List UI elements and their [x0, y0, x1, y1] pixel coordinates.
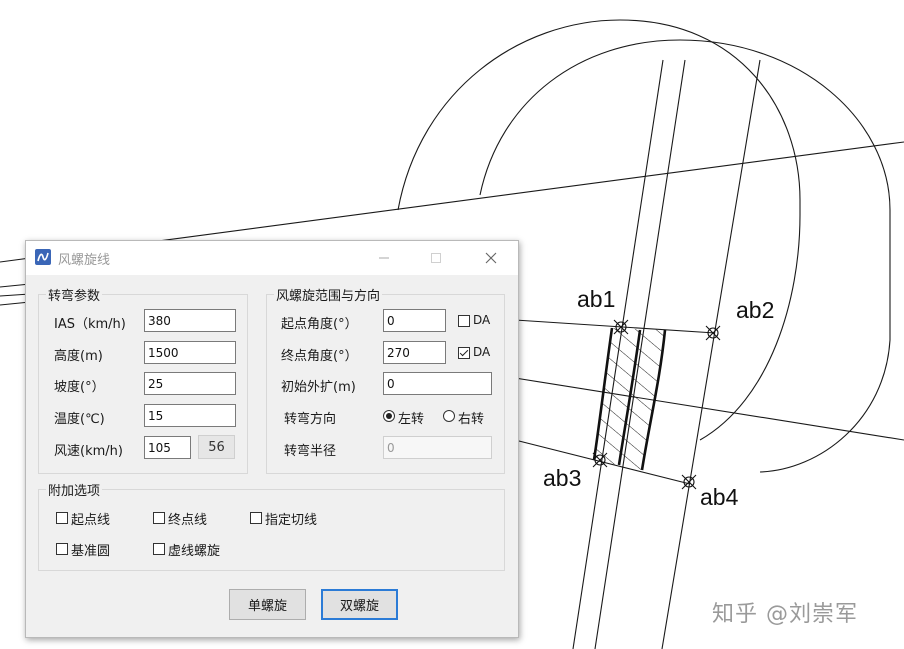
marker-ab3	[592, 452, 608, 468]
label-ab1: ab1	[577, 286, 616, 312]
maximize-icon	[431, 253, 441, 263]
outer-arc-2	[479, 39, 891, 473]
app-icon	[35, 249, 51, 265]
turn-right-label: 右转	[458, 412, 485, 427]
dashed-spiral-checkbox[interactable]	[153, 543, 165, 555]
turn-right-radio[interactable]	[443, 410, 455, 422]
turn-radius-input	[383, 436, 492, 459]
marker-ab4	[681, 474, 697, 490]
wind-calc-button[interactable]: 56	[198, 435, 235, 459]
label-ab2: ab2	[736, 297, 775, 323]
start-angle-input[interactable]	[383, 309, 446, 332]
temperature-label: 温度(℃)	[54, 412, 105, 427]
start-da-label: DA	[473, 313, 491, 327]
turn-left-radio[interactable]	[383, 410, 395, 422]
end-angle-label: 终点角度(°）	[281, 349, 358, 364]
wind-spiral-dialog: 风螺旋线 转弯参数 IAS（km/h) 高度(m) 坡度(°） 温度(℃) 风速…	[25, 240, 519, 638]
close-button[interactable]	[469, 245, 513, 271]
end-da-checkbox[interactable]	[458, 347, 470, 359]
wind-speed-label: 风速(km/h)	[54, 444, 123, 459]
tangent-checkbox[interactable]	[250, 512, 262, 524]
dialog-title: 风螺旋线	[58, 253, 111, 268]
start-angle-label: 起点角度(°）	[281, 317, 358, 332]
marker-ab1	[613, 319, 629, 335]
label-ab3: ab3	[543, 465, 582, 491]
slope-label: 坡度(°）	[54, 380, 105, 395]
minimize-icon	[379, 257, 389, 259]
outer-arc	[397, 19, 801, 215]
end-line-label: 终点线	[168, 513, 208, 528]
range-direction-legend: 风螺旋范围与方向	[274, 285, 383, 304]
maximize-button[interactable]	[414, 245, 458, 271]
height-input[interactable]	[144, 341, 236, 364]
end-line-checkbox[interactable]	[153, 512, 165, 524]
turn-direction-label: 转弯方向	[284, 412, 337, 427]
watermark: 知乎 @刘崇军	[712, 602, 858, 627]
turn-left-label: 左转	[398, 412, 425, 427]
slope-input[interactable]	[144, 372, 236, 395]
label-ab4: ab4	[700, 484, 739, 510]
initial-expand-input[interactable]	[383, 372, 492, 395]
base-circle-label: 基准圆	[71, 544, 111, 559]
double-spiral-button[interactable]: 双螺旋	[321, 589, 398, 620]
close-icon	[485, 252, 497, 264]
start-line-label: 起点线	[71, 513, 111, 528]
turn-params-legend: 转弯参数	[46, 285, 103, 304]
dashed-spiral-label: 虚线螺旋	[168, 544, 221, 559]
turn-radius-label: 转弯半径	[284, 444, 337, 459]
base-circle-checkbox[interactable]	[56, 543, 68, 555]
tangent-label: 指定切线	[265, 513, 318, 528]
minimize-button[interactable]	[362, 245, 406, 271]
temperature-input[interactable]	[144, 404, 236, 427]
height-label: 高度(m)	[54, 349, 103, 364]
start-da-checkbox[interactable]	[458, 315, 470, 327]
initial-expand-label: 初始外扩(m)	[281, 380, 356, 395]
marker-ab2	[705, 325, 721, 341]
end-angle-input[interactable]	[383, 341, 446, 364]
wind-speed-input[interactable]	[144, 436, 191, 459]
start-line-checkbox[interactable]	[56, 512, 68, 524]
end-da-label: DA	[473, 345, 491, 359]
ias-input[interactable]	[144, 309, 236, 332]
extra-options-legend: 附加选项	[46, 480, 103, 499]
single-spiral-button[interactable]: 单螺旋	[229, 589, 306, 620]
title-bar[interactable]: 风螺旋线	[26, 241, 518, 275]
ias-label: IAS（km/h)	[54, 317, 126, 332]
